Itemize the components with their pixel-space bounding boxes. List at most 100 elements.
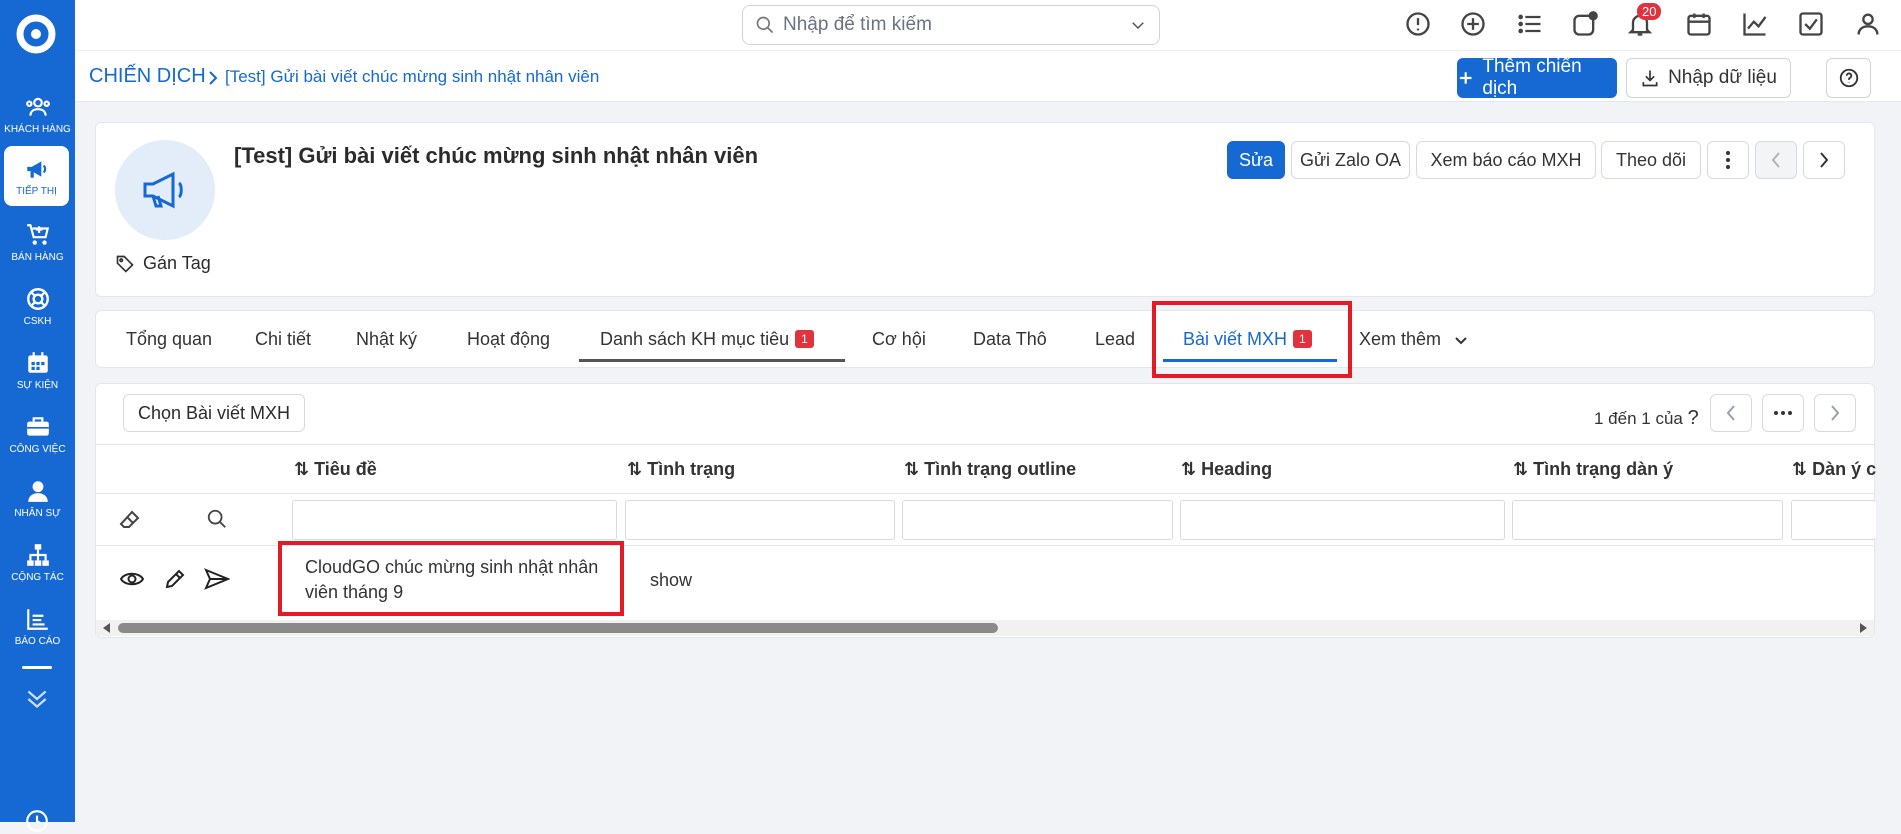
chevron-double-down-icon[interactable] [24,688,50,710]
eye-icon[interactable] [119,568,145,590]
more-actions-button[interactable] [1707,141,1749,179]
tab-log[interactable]: Nhật ký [356,329,417,350]
filter-heading-input[interactable] [1180,500,1505,540]
page-more-button[interactable] [1762,394,1804,432]
plus-icon [1459,72,1472,84]
sidebar-item-events[interactable]: SỰ KIỆN [0,340,75,400]
record-title: [Test] Gửi bài viết chúc mừng sinh nhật … [234,143,759,168]
highlight-box-row [278,541,624,616]
megaphone-icon [26,160,46,178]
previous-record-button[interactable] [1755,141,1797,179]
tag-icon [116,255,134,273]
lifebuoy-icon [26,287,49,310]
line-chart-icon[interactable] [1741,10,1769,38]
column-header-heading[interactable]: ⇅ Heading [1181,459,1272,480]
send-icon[interactable] [204,567,230,591]
tab-lead[interactable]: Lead [1095,329,1135,350]
chevron-right-icon [1820,152,1829,168]
follow-button[interactable]: Theo dõi [1601,141,1701,179]
sidebar-item-label: CÔNG VIỆC [9,443,66,455]
search-icon[interactable] [206,508,228,530]
sidebar-item-collaboration[interactable]: CỘNG TÁC [0,532,75,592]
list-icon[interactable] [1516,10,1544,38]
chevron-down-icon [1455,337,1467,345]
horizontal-scroll-thumb[interactable] [118,623,998,633]
edit-button[interactable]: Sửa [1227,141,1285,179]
scroll-left-arrow-icon[interactable] [102,623,112,633]
sidebar-item-label: BÁO CÁO [14,635,61,647]
sidebar-item-customers[interactable]: KHÁCH HÀNG [0,84,75,144]
sort-icon: ⇅ [1513,459,1529,479]
sort-icon: ⇅ [294,459,310,479]
scroll-right-arrow-icon[interactable] [1858,623,1868,633]
column-header-title[interactable]: ⇅ Tiêu đề [294,459,377,480]
ellipsis-icon [1774,411,1792,415]
column-header-label: Tình trạng dàn ý [1533,459,1674,479]
view-social-report-button[interactable]: Xem báo cáo MXH [1416,141,1596,179]
calendar-icon [27,351,48,373]
sidebar-item-sales[interactable]: BÁN HÀNG [0,212,75,272]
assign-tag[interactable]: Gán Tag [115,253,211,274]
sort-icon: ⇅ [1181,459,1197,479]
filter-outline-status-input[interactable] [902,500,1173,540]
tab-more[interactable]: Xem thêm [1359,329,1468,350]
help-button[interactable] [1826,58,1871,98]
campaign-avatar [115,140,215,240]
search-input[interactable]: Nhập để tìm kiếm [783,14,1129,36]
eraser-icon[interactable] [118,508,142,532]
checkbox-icon[interactable] [1797,10,1825,38]
breadcrumb-current[interactable]: [Test] Gửi bài viết chúc mừng sinh nhật … [225,67,599,87]
sort-icon: ⇅ [627,459,643,479]
global-search[interactable]: Nhập để tìm kiếm [742,5,1160,45]
clock-icon[interactable] [24,808,50,834]
send-zalo-oa-button[interactable]: Gửi Zalo OA [1291,141,1410,179]
filter-status-input[interactable] [625,500,895,540]
column-header-outline[interactable]: ⇅ Dàn ý c [1792,459,1876,480]
column-header-label: Heading [1201,459,1273,479]
pagination-total: ? [1687,407,1699,429]
horizontal-scrollbar[interactable] [96,620,1874,636]
user-icon[interactable] [1854,10,1882,38]
tab-overview[interactable]: Tổng quan [126,329,212,350]
filter-outline-input[interactable] [1791,500,1876,540]
chevron-right-icon [209,71,218,85]
tab-count-badge: 1 [795,330,814,348]
tab-opportunities[interactable]: Cơ hội [872,329,926,350]
tab-target-customers[interactable]: Danh sách KH mục tiêu 1 [600,329,814,350]
tab-details[interactable]: Chi tiết [255,329,311,350]
column-header-outline-draft-status[interactable]: ⇅ Tình trạng dàn ý [1513,459,1673,480]
chevron-left-icon [1771,152,1780,168]
alert-circle-icon[interactable] [1404,10,1432,38]
column-header-status[interactable]: ⇅ Tình trạng [627,459,735,480]
report-icon [26,608,48,630]
breadcrumb-root[interactable]: CHIẾN DỊCH [89,65,206,88]
sidebar-item-label: TIẾP THỊ [16,185,57,197]
sidebar-item-reports[interactable]: BÁO CÁO [0,596,75,656]
sort-icon: ⇅ [904,459,920,479]
chevron-down-icon[interactable] [1129,16,1147,34]
page-next-button[interactable] [1814,394,1856,432]
plus-circle-icon[interactable] [1459,10,1487,38]
network-icon [26,543,49,566]
sidebar-item-marketing[interactable]: TIẾP THỊ [4,146,69,206]
column-header-outline-status[interactable]: ⇅ Tình trạng outline [904,459,1076,480]
add-campaign-button[interactable]: Thêm chiến dịch [1457,56,1617,99]
filter-outline-draft-status-input[interactable] [1512,500,1783,540]
cell-status: show [650,570,693,590]
tab-activities[interactable]: Hoạt động [467,329,550,350]
sidebar-item-support[interactable]: CSKH [0,276,75,336]
sidebar-item-hr[interactable]: NHÂN SỰ [0,468,75,528]
select-social-post-button[interactable]: Chọn Bài viết MXH [123,394,306,432]
tab-label: Xem thêm [1359,329,1442,349]
sidebar-item-label: SỰ KIỆN [16,379,59,391]
sidebar-item-tasks[interactable]: CÔNG VIỆC [0,404,75,464]
pencil-icon[interactable] [163,567,187,591]
filter-title-input[interactable] [292,500,617,540]
calendar-icon[interactable] [1685,10,1713,38]
app-notification-icon[interactable] [1571,10,1599,38]
page-prev-button[interactable] [1710,394,1752,432]
next-record-button[interactable] [1803,141,1845,179]
cloudgo-logo-icon[interactable] [16,14,56,54]
tab-raw-data[interactable]: Data Thô [973,329,1047,350]
import-data-button[interactable]: Nhập dữ liệu [1626,58,1791,98]
